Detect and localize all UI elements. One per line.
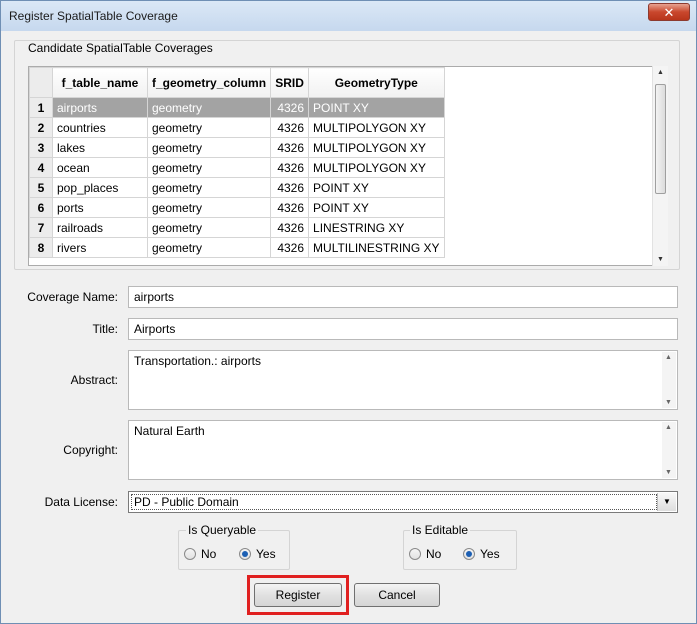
row-number[interactable]: 7 <box>29 217 53 238</box>
editable-yes-radio[interactable] <box>463 548 475 560</box>
copyright-textarea[interactable]: Natural Earth ▲ ▼ <box>128 420 678 480</box>
table-row[interactable]: 5 pop_places geometry 4326 POINT XY <box>29 177 445 198</box>
cell-geometry-type[interactable]: POINT XY <box>308 97 445 118</box>
data-license-select[interactable]: PD - Public Domain ▼ <box>128 491 678 513</box>
table-row[interactable]: 1 airports geometry 4326 POINT XY <box>29 97 445 118</box>
cell-geometry-column[interactable]: geometry <box>146 217 272 238</box>
coverage-name-label: Coverage Name: <box>27 290 118 304</box>
copyright-scrollbar[interactable]: ▲ ▼ <box>662 422 676 478</box>
editable-yes-label[interactable]: Yes <box>480 547 500 561</box>
close-button[interactable]: ✕ <box>648 3 690 21</box>
candidates-group-label: Candidate SpatialTable Coverages <box>26 41 215 55</box>
scroll-down-icon[interactable]: ▼ <box>665 399 672 406</box>
cell-table-name[interactable]: ocean <box>52 157 148 178</box>
cell-geometry-column[interactable]: geometry <box>146 177 272 198</box>
cell-geometry-column[interactable]: geometry <box>146 237 272 258</box>
scroll-up-icon[interactable]: ▲ <box>665 424 672 431</box>
cell-geometry-column[interactable]: geometry <box>146 157 272 178</box>
row-number[interactable]: 8 <box>29 237 53 258</box>
coverage-table: f_table_name f_geometry_column SRID Geom… <box>28 66 668 266</box>
data-license-label: Data License: <box>44 495 118 509</box>
register-button[interactable]: Register <box>254 583 342 607</box>
table-header-row: f_table_name f_geometry_column SRID Geom… <box>29 67 445 98</box>
scroll-up-icon[interactable]: ▲ <box>657 69 664 76</box>
scroll-down-icon[interactable]: ▼ <box>665 469 672 476</box>
title-label: Title: <box>92 322 118 336</box>
cancel-button[interactable]: Cancel <box>354 583 440 607</box>
cell-geometry-column[interactable]: geometry <box>146 197 272 218</box>
table-row[interactable]: 2 countries geometry 4326 MULTIPOLYGON X… <box>29 117 445 138</box>
editable-title: Is Editable <box>410 523 471 537</box>
cell-geometry-type[interactable]: MULTIPOLYGON XY <box>308 117 445 138</box>
coverage-name-input[interactable]: airports <box>128 286 678 308</box>
queryable-yes-radio[interactable] <box>239 548 251 560</box>
cell-table-name[interactable]: lakes <box>52 137 148 158</box>
cell-srid[interactable]: 4326 <box>270 237 310 258</box>
window-title: Register SpatialTable Coverage <box>9 9 178 23</box>
copyright-text: Natural Earth <box>134 424 205 438</box>
title-bar[interactable]: Register SpatialTable Coverage ✕ <box>1 1 696 31</box>
cell-geometry-type[interactable]: LINESTRING XY <box>308 217 445 238</box>
cell-table-name[interactable]: airports <box>52 97 148 118</box>
queryable-no-radio[interactable] <box>184 548 196 560</box>
cell-geometry-column[interactable]: geometry <box>146 97 272 118</box>
cell-table-name[interactable]: rivers <box>52 237 148 258</box>
copyright-label: Copyright: <box>63 443 118 457</box>
cell-geometry-type[interactable]: POINT XY <box>308 177 445 198</box>
abstract-textarea[interactable]: Transportation.: airports ▲ ▼ <box>128 350 678 410</box>
chevron-down-icon[interactable]: ▼ <box>657 493 676 511</box>
title-input[interactable]: Airports <box>128 318 678 340</box>
scroll-down-icon[interactable]: ▼ <box>657 256 664 263</box>
abstract-text: Transportation.: airports <box>134 354 261 368</box>
data-license-value: PD - Public Domain <box>131 494 657 510</box>
editable-no-label[interactable]: No <box>426 547 441 561</box>
row-number[interactable]: 4 <box>29 157 53 178</box>
cell-geometry-type[interactable]: MULTILINESTRING XY <box>308 237 445 258</box>
table-row[interactable]: 6 ports geometry 4326 POINT XY <box>29 197 445 218</box>
column-header[interactable]: SRID <box>270 67 310 98</box>
scroll-up-icon[interactable]: ▲ <box>665 354 672 361</box>
row-number[interactable]: 2 <box>29 117 53 138</box>
cell-table-name[interactable]: pop_places <box>52 177 148 198</box>
table-row[interactable]: 4 ocean geometry 4326 MULTIPOLYGON XY <box>29 157 445 178</box>
column-header[interactable]: GeometryType <box>308 67 445 98</box>
abstract-label: Abstract: <box>70 373 118 387</box>
column-header[interactable]: f_table_name <box>52 67 148 98</box>
corner-header <box>29 67 53 98</box>
table-row[interactable]: 7 railroads geometry 4326 LINESTRING XY <box>29 217 445 238</box>
cell-geometry-type[interactable]: POINT XY <box>308 197 445 218</box>
cell-srid[interactable]: 4326 <box>270 157 310 178</box>
table-row[interactable]: 3 lakes geometry 4326 MULTIPOLYGON XY <box>29 137 445 158</box>
cell-srid[interactable]: 4326 <box>270 117 310 138</box>
cell-table-name[interactable]: railroads <box>52 217 148 238</box>
queryable-no-label[interactable]: No <box>201 547 216 561</box>
row-number[interactable]: 1 <box>29 97 53 118</box>
cell-table-name[interactable]: ports <box>52 197 148 218</box>
cell-table-name[interactable]: countries <box>52 117 148 138</box>
table-row[interactable]: 8 rivers geometry 4326 MULTILINESTRING X… <box>29 237 445 258</box>
row-number[interactable]: 3 <box>29 137 53 158</box>
cell-srid[interactable]: 4326 <box>270 217 310 238</box>
scrollbar-thumb[interactable] <box>655 84 666 194</box>
cell-srid[interactable]: 4326 <box>270 197 310 218</box>
editable-no-radio[interactable] <box>409 548 421 560</box>
row-number[interactable]: 5 <box>29 177 53 198</box>
cell-geometry-type[interactable]: MULTIPOLYGON XY <box>308 157 445 178</box>
abstract-scrollbar[interactable]: ▲ ▼ <box>662 352 676 408</box>
queryable-yes-label[interactable]: Yes <box>256 547 276 561</box>
cell-srid[interactable]: 4326 <box>270 177 310 198</box>
cell-srid[interactable]: 4326 <box>270 97 310 118</box>
cell-srid[interactable]: 4326 <box>270 137 310 158</box>
table-vertical-scrollbar[interactable]: ▲ ▼ <box>652 66 668 266</box>
cell-geometry-type[interactable]: MULTIPOLYGON XY <box>308 137 445 158</box>
queryable-title: Is Queryable <box>186 523 259 537</box>
column-header[interactable]: f_geometry_column <box>146 67 272 98</box>
cell-geometry-column[interactable]: geometry <box>146 117 272 138</box>
cell-geometry-column[interactable]: geometry <box>146 137 272 158</box>
row-number[interactable]: 6 <box>29 197 53 218</box>
